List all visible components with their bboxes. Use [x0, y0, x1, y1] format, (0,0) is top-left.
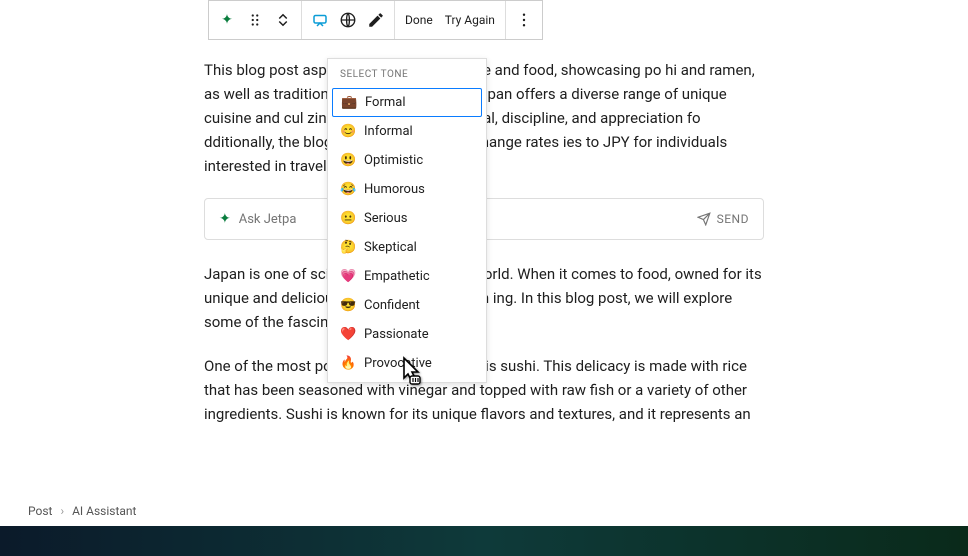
ask-placeholder: Ask Jetpa: [239, 212, 297, 227]
tone-option-provocative[interactable]: 🔥 Provocative: [328, 349, 486, 378]
tone-label: Skeptical: [364, 240, 417, 255]
heart-icon: ❤️: [340, 327, 356, 342]
bottom-gradient-strip: [0, 526, 968, 556]
more-options-icon[interactable]: [510, 6, 538, 34]
tone-option-formal[interactable]: 💼 Formal: [332, 88, 482, 117]
briefcase-icon: 💼: [341, 95, 357, 110]
ai-sparkle-icon: ✦: [219, 211, 231, 227]
laugh-icon: 😂: [340, 182, 356, 197]
block-toolbar: ✦ Done Try: [208, 0, 543, 40]
prompt-icon[interactable]: [306, 6, 334, 34]
try-again-button[interactable]: Try Again: [439, 13, 501, 27]
pink-heart-icon: 💗: [340, 269, 356, 284]
grin-icon: 😃: [340, 153, 356, 168]
tone-label: Optimistic: [364, 153, 423, 168]
tone-option-humorous[interactable]: 😂 Humorous: [328, 175, 486, 204]
edit-icon[interactable]: [362, 6, 390, 34]
dropdown-header: SELECT TONE: [328, 59, 486, 88]
tone-option-skeptical[interactable]: 🤔 Skeptical: [328, 233, 486, 262]
tone-label: Serious: [364, 211, 407, 226]
chevron-right-icon: ›: [60, 504, 64, 518]
select-tone-dropdown: SELECT TONE 💼 Formal 😊 Informal 😃 Optimi…: [327, 58, 487, 383]
sunglasses-icon: 😎: [340, 298, 356, 313]
globe-icon[interactable]: [334, 6, 362, 34]
tone-label: Confident: [364, 298, 420, 313]
tone-option-empathetic[interactable]: 💗 Empathetic: [328, 262, 486, 291]
ai-block-icon[interactable]: ✦: [213, 6, 241, 34]
tone-label: Empathetic: [364, 269, 430, 284]
tone-label: Formal: [365, 95, 406, 110]
tone-label: Informal: [364, 124, 413, 139]
tone-option-informal[interactable]: 😊 Informal: [328, 117, 486, 146]
tone-option-optimistic[interactable]: 😃 Optimistic: [328, 146, 486, 175]
tone-option-passionate[interactable]: ❤️ Passionate: [328, 320, 486, 349]
done-button[interactable]: Done: [399, 13, 439, 27]
breadcrumb-root[interactable]: Post: [28, 504, 52, 518]
send-button[interactable]: SEND: [697, 212, 749, 226]
drag-handle-icon[interactable]: [241, 6, 269, 34]
neutral-icon: 😐: [340, 211, 356, 226]
send-label: SEND: [717, 212, 749, 226]
tone-label: Provocative: [364, 356, 432, 371]
tone-option-confident[interactable]: 😎 Confident: [328, 291, 486, 320]
tone-label: Passionate: [364, 327, 429, 342]
smile-icon: 😊: [340, 124, 356, 139]
tone-option-serious[interactable]: 😐 Serious: [328, 204, 486, 233]
breadcrumb-current: AI Assistant: [72, 504, 136, 518]
breadcrumb: Post › AI Assistant: [28, 504, 136, 518]
fire-icon: 🔥: [340, 356, 356, 371]
move-arrows-icon[interactable]: [269, 6, 297, 34]
tone-label: Humorous: [364, 182, 425, 197]
thinking-icon: 🤔: [340, 240, 356, 255]
